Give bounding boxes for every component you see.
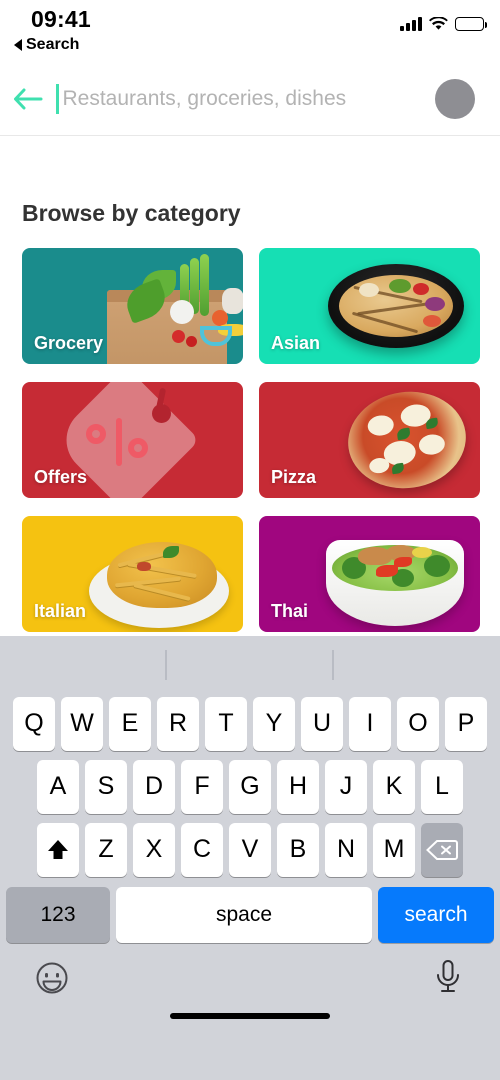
dictation-key[interactable]: [434, 959, 462, 1002]
key-q[interactable]: Q: [13, 696, 55, 751]
key-p[interactable]: P: [445, 696, 487, 751]
onscreen-keyboard: Q W E R T Y U I O P A S D F G H J K L Z …: [0, 636, 500, 1080]
shift-key[interactable]: [37, 822, 79, 877]
arrow-left-icon: [14, 88, 43, 109]
category-label: Italian: [34, 601, 87, 621]
keyboard-row-3: Z X C V B N M: [0, 818, 500, 881]
category-label: Pizza: [271, 467, 317, 487]
backspace-icon: [426, 839, 458, 860]
key-w[interactable]: W: [61, 696, 103, 751]
status-bar: 09:41 Search: [0, 0, 500, 62]
keyboard-row-4: 123 space search: [0, 881, 500, 949]
keyboard-row-2: A S D F G H J K L: [0, 755, 500, 818]
category-label: Offers: [34, 467, 88, 487]
triangle-left-icon: [14, 39, 22, 51]
key-s[interactable]: S: [85, 759, 127, 814]
space-key[interactable]: space: [116, 887, 372, 943]
category-label: Grocery: [34, 333, 104, 353]
back-label: Search: [26, 36, 80, 53]
key-h[interactable]: H: [277, 759, 319, 814]
search-input[interactable]: [62, 86, 435, 111]
key-a[interactable]: A: [37, 759, 79, 814]
key-z[interactable]: Z: [85, 822, 127, 877]
back-to-search-link[interactable]: Search: [14, 36, 79, 54]
category-browse-panel: Browse by category Grocery Asian Offers …: [0, 136, 500, 636]
key-b[interactable]: B: [277, 822, 319, 877]
status-time: 09:41: [31, 6, 91, 32]
predictive-text-bar[interactable]: [0, 636, 500, 692]
category-card-thai[interactable]: Thai: [259, 516, 480, 632]
key-k[interactable]: K: [373, 759, 415, 814]
shift-arrow-icon: [48, 839, 68, 859]
category-card-italian[interactable]: Italian: [22, 516, 243, 632]
search-field-wrapper[interactable]: [56, 62, 435, 136]
key-n[interactable]: N: [325, 822, 367, 877]
backspace-key[interactable]: [421, 822, 463, 877]
key-l[interactable]: L: [421, 759, 463, 814]
category-card-grocery[interactable]: Grocery: [22, 248, 243, 364]
key-e[interactable]: E: [109, 696, 151, 751]
back-button[interactable]: [0, 62, 56, 136]
search-header: [0, 62, 500, 136]
category-card-pizza[interactable]: Pizza: [259, 382, 480, 498]
page-title: Browse by category: [22, 200, 241, 226]
avatar[interactable]: [435, 78, 475, 119]
numbers-key[interactable]: 123: [6, 887, 110, 943]
key-c[interactable]: C: [181, 822, 223, 877]
key-d[interactable]: D: [133, 759, 175, 814]
category-card-asian[interactable]: Asian: [259, 248, 480, 364]
predictive-divider: [165, 650, 167, 680]
category-card-offers[interactable]: Offers: [22, 382, 243, 498]
predictive-divider: [332, 650, 334, 680]
home-indicator[interactable]: [170, 1013, 330, 1019]
key-x[interactable]: X: [133, 822, 175, 877]
key-v[interactable]: V: [229, 822, 271, 877]
microphone-icon: [437, 960, 459, 992]
key-r[interactable]: R: [157, 696, 199, 751]
key-m[interactable]: M: [373, 822, 415, 877]
category-grid: Grocery Asian Offers Pizza Italian Thai: [22, 248, 480, 632]
key-y[interactable]: Y: [253, 696, 295, 751]
keyboard-bottom-bar: [0, 949, 500, 1035]
key-o[interactable]: O: [397, 696, 439, 751]
key-j[interactable]: J: [325, 759, 367, 814]
wifi-icon: [429, 17, 448, 30]
key-g[interactable]: G: [229, 759, 271, 814]
status-icons: [400, 17, 488, 31]
key-f[interactable]: F: [181, 759, 223, 814]
emoji-smiley-icon: [36, 962, 68, 994]
key-t[interactable]: T: [205, 696, 247, 751]
battery-full-icon: [455, 17, 488, 31]
key-u[interactable]: U: [301, 696, 343, 751]
keyboard-row-1: Q W E R T Y U I O P: [0, 692, 500, 755]
emoji-key[interactable]: [35, 961, 69, 1000]
cellular-signal-icon: [400, 17, 422, 31]
text-cursor: [56, 83, 59, 114]
category-label: Asian: [271, 333, 321, 353]
category-label: Thai: [271, 601, 309, 621]
search-key[interactable]: search: [378, 887, 494, 943]
key-i[interactable]: I: [349, 696, 391, 751]
